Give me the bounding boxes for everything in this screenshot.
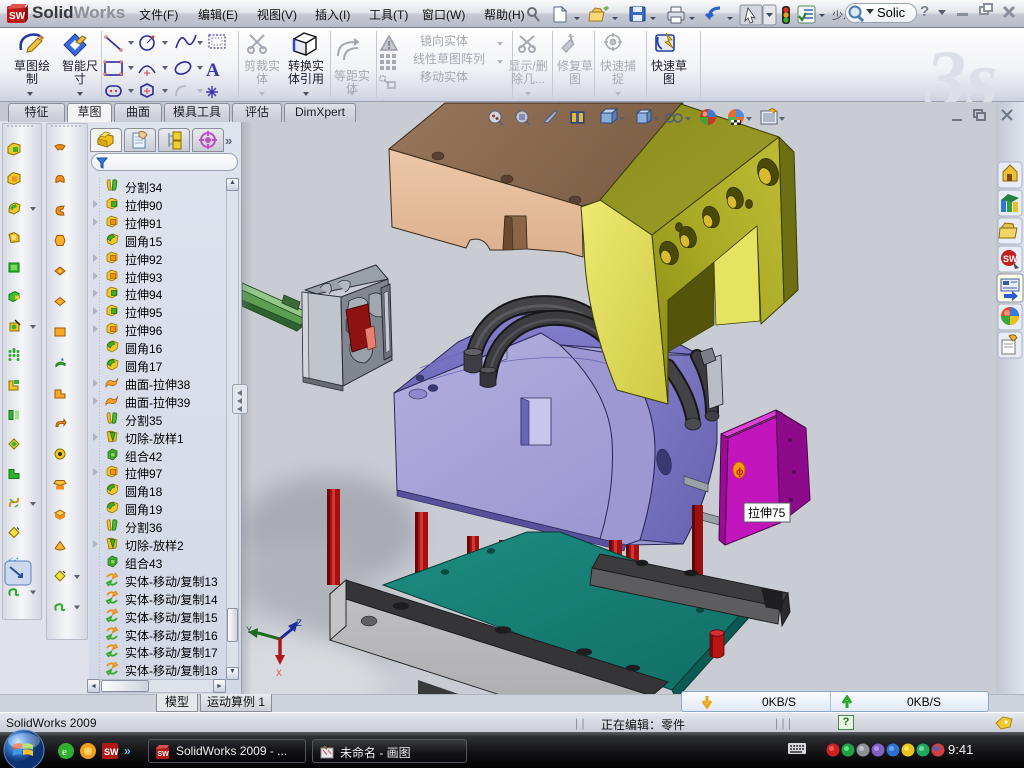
svg-text:»: » — [124, 744, 131, 758]
svg-text:Z: Z — [296, 619, 302, 630]
svg-text:SW: SW — [1003, 254, 1018, 264]
svg-text:SW: SW — [158, 751, 170, 758]
svg-text:SW: SW — [104, 747, 119, 757]
svg-text:SW: SW — [9, 11, 26, 22]
svg-text:拉伸75: 拉伸75 — [748, 505, 786, 520]
svg-text:e: e — [62, 746, 67, 758]
svg-text:X: X — [276, 669, 282, 680]
svg-text:A: A — [206, 60, 220, 81]
svg-text:+: + — [568, 32, 574, 43]
svg-text:ϕ: ϕ — [736, 467, 744, 478]
svg-text:3s: 3s — [924, 33, 998, 102]
